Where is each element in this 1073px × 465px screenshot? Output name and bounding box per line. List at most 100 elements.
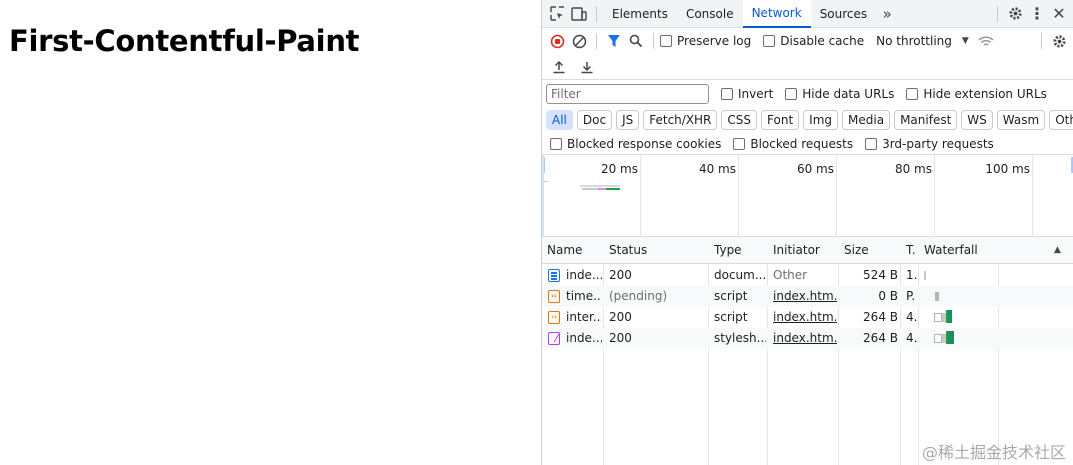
checkbox-box[interactable] bbox=[865, 137, 878, 150]
disable-cache-checkbox[interactable]: Disable cache bbox=[763, 34, 864, 48]
tab-console[interactable]: Console bbox=[677, 0, 743, 28]
preserve-log-checkbox[interactable]: Preserve log bbox=[660, 34, 751, 48]
checkbox-box[interactable] bbox=[733, 137, 746, 150]
tab-network[interactable]: Network bbox=[742, 0, 811, 28]
checkbox-box[interactable] bbox=[785, 88, 798, 100]
hide-data-urls-checkbox[interactable]: Hide data URLs bbox=[785, 87, 894, 101]
stop-recording-icon[interactable] bbox=[546, 30, 568, 52]
request-name[interactable]: time... bbox=[566, 289, 602, 303]
request-type: docum... bbox=[714, 268, 766, 282]
request-type: stylesh... bbox=[714, 331, 766, 345]
type-filter-img[interactable]: Img bbox=[803, 110, 839, 130]
request-size: 264 B bbox=[863, 310, 898, 324]
type-filter-ws[interactable]: WS bbox=[961, 110, 993, 130]
request-initiator-link[interactable]: index.htm... bbox=[773, 310, 837, 324]
checkbox-box[interactable] bbox=[721, 88, 733, 100]
stylesheet-icon bbox=[548, 332, 560, 345]
invert-label: Invert bbox=[738, 87, 774, 101]
more-tabs-icon[interactable]: » bbox=[876, 3, 898, 25]
throttling-select[interactable]: No throttling ▼ bbox=[876, 34, 969, 48]
type-filter-fetch-xhr[interactable]: Fetch/XHR bbox=[643, 110, 718, 130]
request-name[interactable]: inter... bbox=[566, 310, 602, 324]
column-header-waterfall[interactable]: Waterfall bbox=[924, 243, 978, 257]
timeline-tick-label: 20 ms bbox=[600, 162, 638, 176]
device-toolbar-icon[interactable] bbox=[568, 3, 590, 25]
filter-funnel-icon[interactable] bbox=[603, 30, 625, 52]
type-filter-all[interactable]: All bbox=[546, 110, 573, 130]
request-size: 264 B bbox=[863, 331, 898, 345]
type-filter-wasm[interactable]: Wasm bbox=[996, 110, 1046, 130]
overview-request-bar bbox=[580, 185, 620, 187]
timeline-gridline bbox=[640, 155, 641, 237]
hide-extension-urls-checkbox[interactable]: Hide extension URLs bbox=[906, 87, 1047, 101]
inspect-element-icon[interactable] bbox=[546, 3, 568, 25]
blocked-requests-label: Blocked requests bbox=[750, 136, 854, 151]
chevron-down-icon: ▼ bbox=[961, 36, 969, 46]
more-options-icon[interactable]: ⋮ bbox=[1026, 3, 1048, 25]
timeline-tick-label: 80 ms bbox=[894, 162, 932, 176]
sort-ascending-icon[interactable]: ▲ bbox=[1054, 245, 1061, 255]
checkbox-box[interactable] bbox=[906, 88, 919, 100]
filter-input[interactable]: Filter bbox=[546, 84, 709, 104]
column-header-time[interactable]: T. bbox=[906, 243, 916, 257]
timeline-gridline bbox=[934, 155, 935, 237]
divider bbox=[997, 5, 998, 22]
blocked-response-cookies-checkbox[interactable]: Blocked response cookies bbox=[550, 137, 721, 151]
watermark: @稀土掘金技术社区 bbox=[921, 443, 1066, 462]
request-type: script bbox=[714, 289, 748, 303]
third-party-requests-checkbox[interactable]: 3rd-party requests bbox=[865, 137, 994, 151]
type-filter-js[interactable]: JS bbox=[616, 110, 640, 130]
network-settings-gear-icon[interactable] bbox=[1048, 30, 1070, 52]
throttling-value: No throttling bbox=[876, 34, 952, 48]
column-header-status[interactable]: Status bbox=[609, 243, 647, 257]
script-icon: ‹› bbox=[548, 290, 560, 303]
devtools-panel: Elements Console Network Sources » ⋮ ✕ P… bbox=[541, 0, 1073, 465]
type-filter-other[interactable]: Other bbox=[1049, 110, 1073, 130]
table-row[interactable]: ‹› inter... 200 script index.htm... 264 … bbox=[542, 307, 1073, 328]
tab-sources[interactable]: Sources bbox=[811, 0, 876, 28]
export-har-icon[interactable] bbox=[576, 56, 598, 78]
type-filter-font[interactable]: Font bbox=[761, 110, 800, 130]
type-filter-css[interactable]: CSS bbox=[721, 110, 758, 130]
table-row[interactable]: ‹› time... (pending) script index.htm...… bbox=[542, 286, 1073, 307]
tab-elements[interactable]: Elements bbox=[603, 0, 677, 28]
timeline-gridline bbox=[836, 155, 837, 237]
request-name[interactable]: inde... bbox=[566, 331, 602, 345]
devtools-tabbar: Elements Console Network Sources » ⋮ ✕ bbox=[542, 0, 1073, 28]
settings-gear-icon[interactable] bbox=[1004, 3, 1026, 25]
network-toolbar: Preserve log Disable cache No throttling… bbox=[542, 28, 1073, 54]
filter-row: Filter Invert Hide data URLs Hide extens… bbox=[542, 81, 1073, 107]
checkbox-box[interactable] bbox=[763, 35, 776, 47]
clear-icon[interactable] bbox=[568, 30, 590, 52]
network-conditions-wifi-icon[interactable] bbox=[975, 30, 997, 52]
table-row[interactable]: inde... 200 docum... Other 524 B 1. bbox=[542, 265, 1073, 286]
timeline-overview[interactable]: 20 ms 40 ms 60 ms 80 ms 100 ms bbox=[542, 155, 1073, 237]
checkbox-box[interactable] bbox=[660, 35, 672, 47]
close-icon[interactable]: ✕ bbox=[1048, 3, 1070, 25]
checkbox-box[interactable] bbox=[550, 137, 562, 150]
request-initiator-link[interactable]: index.htm... bbox=[773, 331, 837, 345]
third-party-requests-label: 3rd-party requests bbox=[882, 136, 994, 151]
type-filter-manifest[interactable]: Manifest bbox=[894, 110, 958, 130]
blocked-filters: Blocked response cookies Blocked request… bbox=[542, 133, 1073, 155]
type-filter-media[interactable]: Media bbox=[842, 110, 891, 130]
import-har-icon[interactable] bbox=[548, 56, 570, 78]
type-filter-doc[interactable]: Doc bbox=[576, 110, 613, 130]
request-initiator: Other bbox=[773, 268, 808, 282]
table-header: Name Status Type Initiator Size T. Water… bbox=[542, 237, 1073, 264]
blocked-requests-checkbox[interactable]: Blocked requests bbox=[733, 137, 853, 151]
request-time: 4. bbox=[906, 310, 918, 324]
column-header-name[interactable]: Name bbox=[547, 243, 582, 257]
request-time: P. bbox=[906, 289, 916, 303]
overview-request-bar bbox=[544, 181, 548, 182]
network-toolbar-secondary bbox=[542, 54, 1073, 80]
request-initiator-link[interactable]: index.htm... bbox=[773, 289, 837, 303]
column-header-type[interactable]: Type bbox=[714, 243, 742, 257]
column-header-initiator[interactable]: Initiator bbox=[773, 243, 820, 257]
search-icon[interactable] bbox=[625, 30, 647, 52]
request-name[interactable]: inde... bbox=[566, 268, 602, 282]
invert-checkbox[interactable]: Invert bbox=[721, 87, 773, 101]
column-header-size[interactable]: Size bbox=[844, 243, 869, 257]
table-row[interactable]: inde... 200 stylesh... index.htm... 264 … bbox=[542, 328, 1073, 349]
request-size: 524 B bbox=[863, 268, 898, 282]
